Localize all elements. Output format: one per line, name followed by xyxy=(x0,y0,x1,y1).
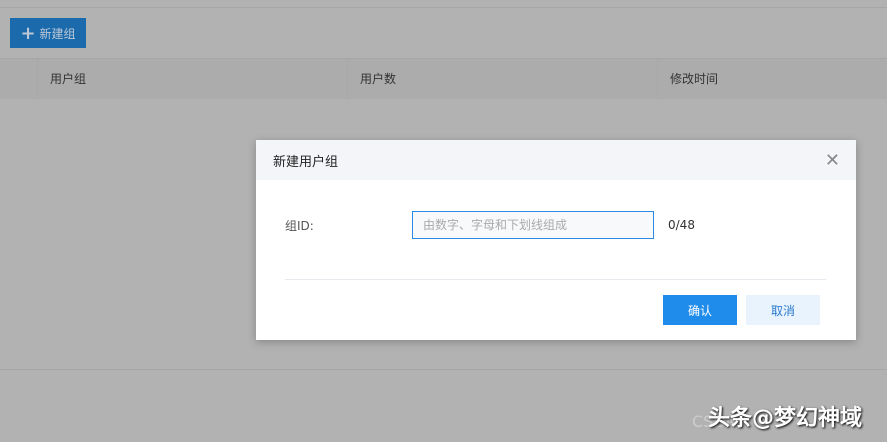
group-id-input[interactable] xyxy=(412,211,654,239)
column-header-user-group[interactable]: 用户组 xyxy=(37,59,86,99)
plus-icon: + xyxy=(20,22,36,44)
close-icon[interactable]: ✕ xyxy=(825,150,840,171)
dialog-title: 新建用户组 xyxy=(273,154,339,170)
top-divider xyxy=(0,7,887,8)
group-id-label: 组ID: xyxy=(285,219,314,233)
table-header: 用户组 用户数 修改时间 xyxy=(0,58,887,99)
new-group-button[interactable]: + 新建组 xyxy=(10,18,86,48)
new-group-label: 新建组 xyxy=(39,26,76,41)
new-user-group-dialog: 新建用户组 ✕ 组ID: 0/48 确认 取消 xyxy=(256,140,856,340)
bottom-divider xyxy=(0,369,887,370)
column-header-modified-time[interactable]: 修改时间 xyxy=(657,59,718,99)
char-count: 0/48 xyxy=(668,218,695,232)
watermark: 头条@梦幻神域 xyxy=(708,406,863,431)
dialog-divider xyxy=(285,279,826,280)
cancel-button[interactable]: 取消 xyxy=(746,295,820,325)
dialog-header: 新建用户组 ✕ xyxy=(256,140,856,180)
confirm-button[interactable]: 确认 xyxy=(663,295,737,325)
column-header-user-count[interactable]: 用户数 xyxy=(347,59,396,99)
